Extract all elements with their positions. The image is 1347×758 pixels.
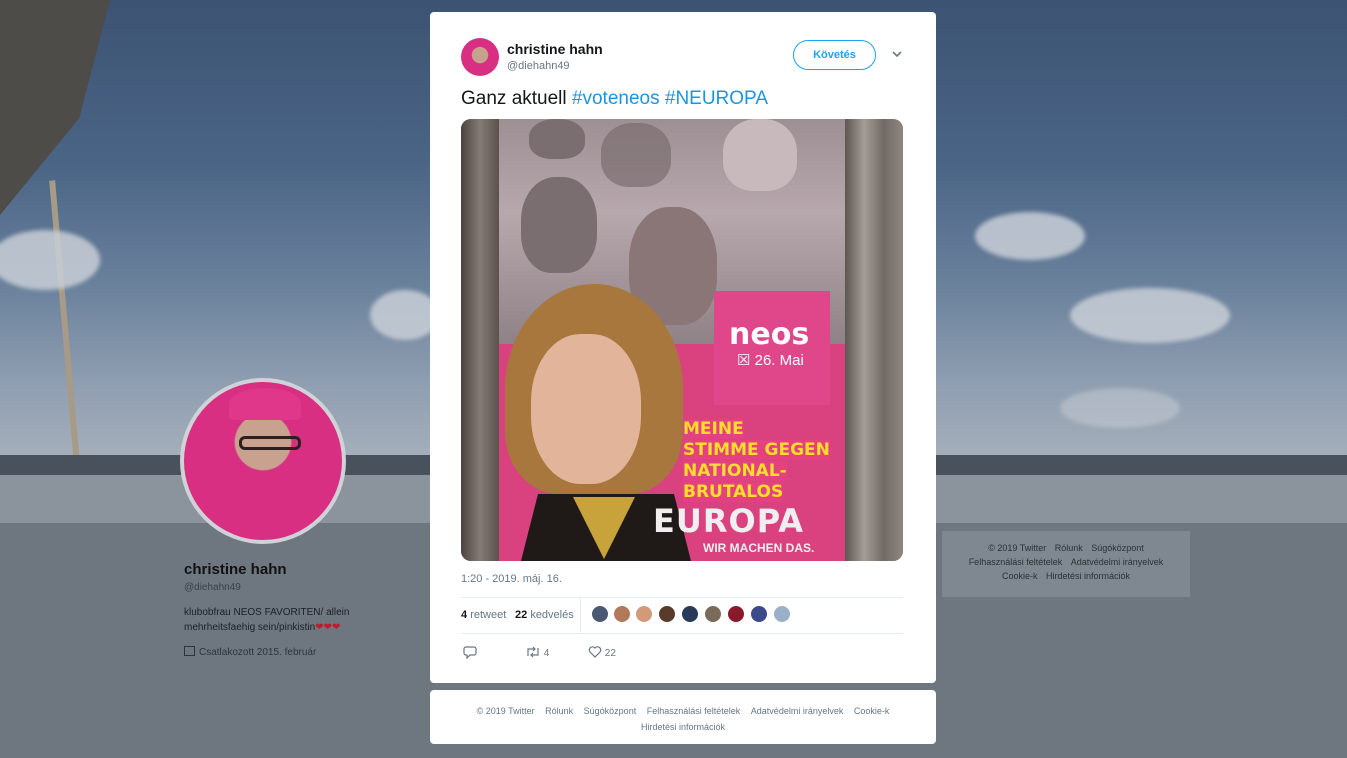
footer-link[interactable]: Cookie-k — [1002, 571, 1038, 581]
author-handle[interactable]: @diehahn49 — [507, 60, 570, 72]
divider — [461, 597, 903, 598]
profile-handle[interactable]: @diehahn49 — [184, 582, 241, 593]
tweet-text: Ganz aktuell #voteneos #NEUROPA — [461, 88, 768, 110]
poster-slogan: MEINE STIMME GEGEN NATIONAL- BRUTALOS — [683, 419, 853, 503]
hashtag-link[interactable]: #voteneos — [572, 88, 660, 109]
footer-link[interactable]: Súgóközpont — [584, 706, 637, 716]
retweet-action-count: 4 — [543, 648, 550, 659]
divider — [461, 633, 903, 634]
cloud — [975, 212, 1085, 260]
poster-face — [521, 177, 597, 273]
like-label: kedvelés — [530, 609, 574, 621]
liker-avatar[interactable] — [704, 605, 722, 623]
heart-icons: ❤❤❤ — [315, 622, 341, 633]
modal-footer: © 2019 Twitter Rólunk Súgóközpont Felhas… — [430, 690, 936, 744]
neos-logo: neos — [729, 317, 810, 352]
footer-link[interactable]: © 2019 Twitter — [988, 543, 1046, 553]
retweet-count: 4 — [461, 609, 468, 621]
heart-icon — [588, 646, 602, 658]
footer-link[interactable]: Hirdetési információk — [1046, 571, 1130, 581]
profile-avatar[interactable] — [180, 378, 346, 544]
mast-rope — [49, 180, 81, 475]
poster-face — [723, 119, 797, 191]
liker-avatar[interactable] — [635, 605, 653, 623]
cloud — [1070, 288, 1230, 343]
liker-avatar[interactable] — [750, 605, 768, 623]
footer-link[interactable]: Súgóközpont — [1091, 543, 1144, 553]
tweet-timestamp[interactable]: 1:20 - 2019. máj. 16. — [461, 573, 562, 585]
hashtag-link[interactable]: #NEUROPA — [665, 88, 768, 109]
liker-avatar[interactable] — [727, 605, 745, 623]
retweet-icon — [527, 646, 539, 658]
side-footer: © 2019 Twitter Rólunk Súgóközpont Felhas… — [942, 531, 1190, 597]
footer-link[interactable]: Hirdetési információk — [641, 722, 725, 732]
poster-frame-right — [845, 119, 903, 561]
slogan-line: BRUTALOS — [683, 482, 784, 502]
profile-joined: Csatlakozott 2015. február — [184, 646, 316, 658]
poster-woman-face — [531, 334, 641, 484]
slogan-line: NATIONAL- — [683, 461, 787, 481]
poster-frame-left — [461, 119, 499, 561]
liker-avatar[interactable] — [773, 605, 791, 623]
like-stat[interactable]: 22 kedvelés — [515, 609, 574, 621]
liker-avatar[interactable] — [613, 605, 631, 623]
divider — [580, 598, 581, 633]
chevron-down-icon[interactable] — [891, 48, 903, 60]
poster-europa: EUROPA — [653, 502, 804, 540]
tweet-modal: christine hahn @diehahn49 Követés Ganz a… — [430, 12, 936, 683]
author-name[interactable]: christine hahn — [507, 41, 603, 57]
calendar-icon — [184, 646, 195, 656]
liker-avatar[interactable] — [681, 605, 699, 623]
avatar-hat — [229, 388, 301, 420]
footer-link[interactable]: Cookie-k — [854, 706, 890, 716]
liker-avatar[interactable] — [591, 605, 609, 623]
cloud — [0, 230, 100, 290]
footer-link[interactable]: Felhasználási feltételek — [969, 557, 1063, 567]
avatar-glasses — [239, 436, 301, 450]
tweet-photo[interactable]: neos ☒ 26. Mai MEINE STIMME GEGEN NATION… — [461, 119, 903, 561]
footer-link[interactable]: Felhasználási feltételek — [647, 706, 741, 716]
slogan-line: STIMME GEGEN — [683, 440, 830, 460]
tweet-text-plain: Ganz aktuell — [461, 88, 567, 109]
reply-icon — [463, 646, 477, 660]
cloud — [1060, 388, 1180, 428]
footer-link[interactable]: Rólunk — [1055, 543, 1083, 553]
follow-button[interactable]: Követés — [793, 40, 876, 70]
slogan-line: MEINE — [683, 419, 744, 439]
neos-date: ☒ 26. Mai — [737, 352, 804, 369]
author-avatar[interactable] — [461, 38, 499, 76]
footer-link[interactable]: © 2019 Twitter — [477, 706, 535, 716]
footer-link[interactable]: Adatvédelmi irányelvek — [1071, 557, 1164, 567]
liker-avatar[interactable] — [658, 605, 676, 623]
like-action-count: 22 — [604, 648, 616, 659]
retweet-label: retweet — [470, 609, 507, 621]
like-count: 22 — [515, 609, 528, 621]
profile-joined-text: Csatlakozott 2015. február — [199, 647, 317, 658]
like-button[interactable]: 22 — [588, 645, 616, 659]
footer-link[interactable]: Adatvédelmi irányelvek — [751, 706, 844, 716]
reply-button[interactable] — [463, 645, 477, 660]
poster-subline: WIR MACHEN DAS. — [703, 541, 815, 555]
profile-name[interactable]: christine hahn — [184, 561, 287, 578]
poster-face — [529, 119, 585, 159]
footer-link[interactable]: Rólunk — [545, 706, 573, 716]
retweet-stat[interactable]: 4 retweet — [461, 609, 506, 621]
retweet-button[interactable]: 4 — [525, 645, 549, 659]
poster-face — [601, 123, 671, 187]
profile-bio: klubobfrau NEOS FAVORITEN/ allein mehrhe… — [184, 605, 394, 635]
